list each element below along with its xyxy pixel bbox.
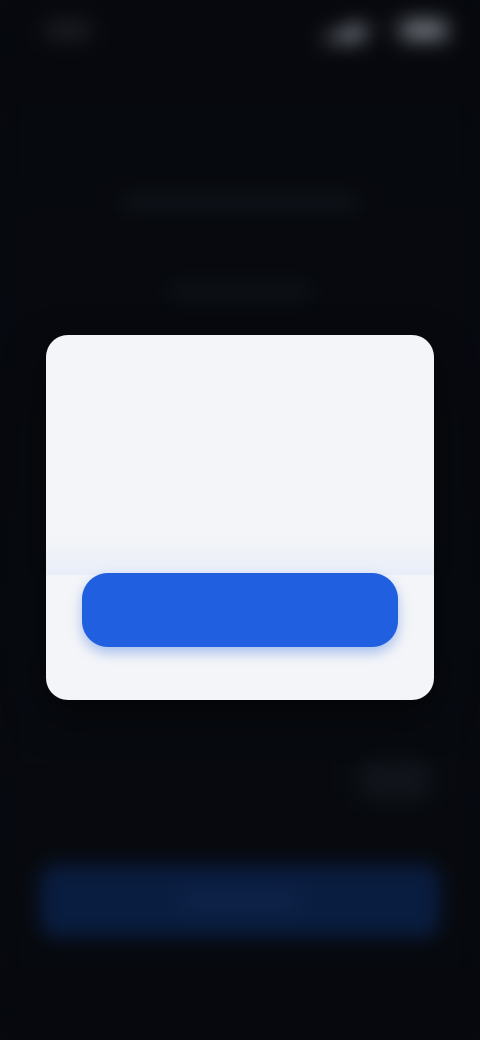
modal-dialog xyxy=(46,335,434,700)
primary-action-button[interactable] xyxy=(82,573,398,647)
dialog-fade xyxy=(46,535,434,575)
